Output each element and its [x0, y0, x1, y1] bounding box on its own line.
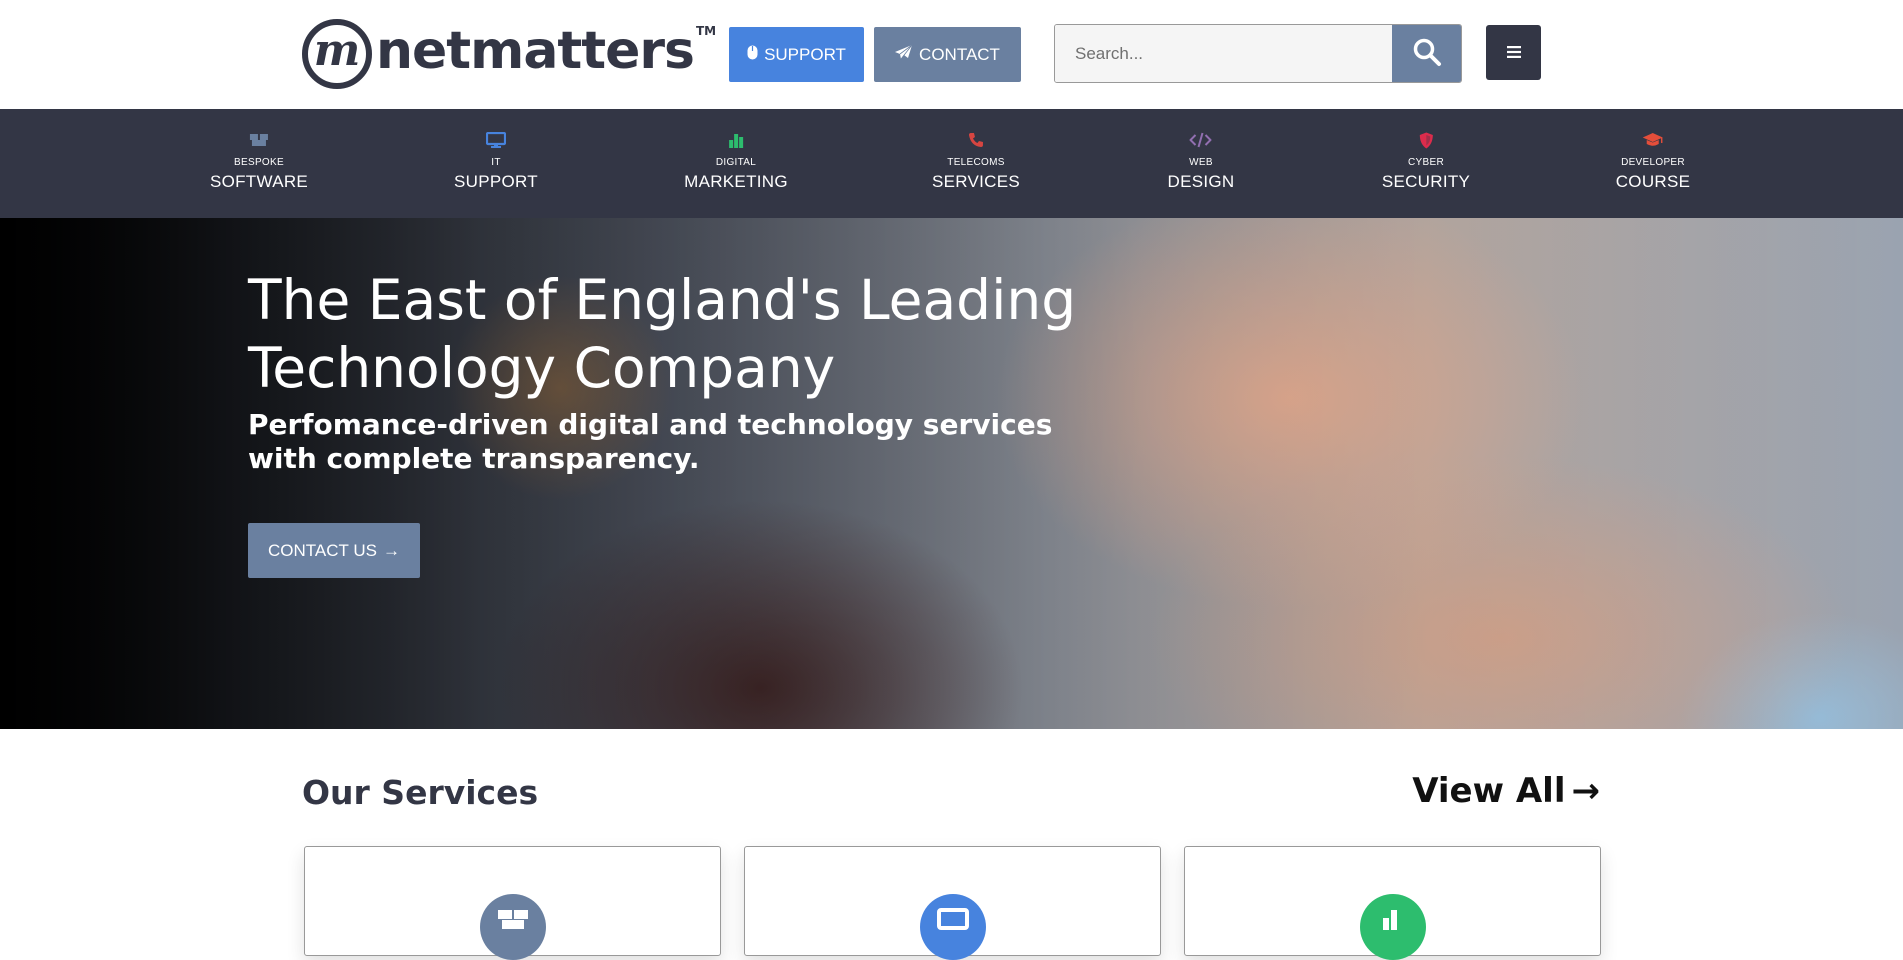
hero-banner: The East of England's Leading Technology… — [0, 218, 1903, 729]
nav-item-software[interactable]: BESPOKE SOFTWARE — [210, 109, 308, 218]
shield-icon — [1418, 131, 1433, 149]
desktop-icon — [919, 894, 986, 960]
service-card-digital-marketing[interactable] — [1184, 846, 1601, 960]
logo-mark: m — [302, 19, 372, 89]
nav-small-label: WEB — [1189, 157, 1213, 168]
arrow-right-icon: → — [1571, 771, 1601, 811]
nav-small-label: TELECOMS — [947, 157, 1005, 168]
nav-big-label: SERVICES — [931, 172, 1021, 191]
netmatters-logo[interactable]: m netmatters TM — [302, 18, 716, 90]
nav-item-it-support[interactable]: IT SUPPORT — [454, 109, 538, 218]
support-label: SUPPORT — [764, 44, 846, 64]
paper-plane-icon — [895, 44, 913, 64]
nav-big-label: COURSE — [1615, 172, 1691, 191]
support-button[interactable]: SUPPORT — [729, 27, 864, 82]
desktop-icon — [485, 131, 506, 149]
code-icon — [1189, 131, 1212, 149]
service-card-software[interactable] — [304, 846, 721, 960]
contact-us-button[interactable]: CONTACT US → — [248, 523, 420, 578]
nav-small-label: IT — [491, 157, 501, 168]
nav-item-digital-marketing[interactable]: DIGITAL MARKETING — [684, 109, 788, 218]
logo-trademark: TM — [696, 24, 717, 38]
search-bar — [1054, 24, 1462, 83]
nav-small-label: BESPOKE — [234, 157, 284, 168]
services-nav: BESPOKE SOFTWARE IT SUPPORT DIGITAL MARK… — [0, 109, 1903, 218]
menu-button[interactable] — [1486, 25, 1541, 80]
contact-button[interactable]: CONTACT — [874, 27, 1021, 82]
nav-small-label: DIGITAL — [715, 157, 757, 168]
graduation-cap-icon — [1642, 131, 1664, 149]
search-icon — [1412, 37, 1442, 71]
search-button[interactable] — [1392, 25, 1461, 82]
view-all-link[interactable]: View All → — [1412, 771, 1600, 811]
nav-big-label: SECURITY — [1381, 172, 1471, 191]
hero-title: The East of England's Leading Technology… — [248, 268, 1077, 400]
boxes-icon — [249, 131, 269, 149]
nav-item-telecoms-services[interactable]: TELECOMS SERVICES — [932, 109, 1020, 218]
phone-icon — [968, 131, 984, 149]
contact-label: CONTACT — [919, 44, 1000, 64]
nav-big-label: SUPPORT — [454, 172, 538, 191]
bar-chart-icon — [728, 131, 744, 149]
nav-item-developer-course[interactable]: DEVELOPER COURSE — [1616, 109, 1691, 218]
nav-item-cyber-security[interactable]: CYBER SECURITY — [1382, 109, 1470, 218]
hero-subtitle: Perfomance-driven digital and technology… — [248, 408, 1053, 475]
mouse-icon — [747, 45, 758, 64]
nav-small-label: CYBER — [1408, 157, 1444, 168]
search-input[interactable] — [1055, 25, 1392, 82]
services-heading: Our Services — [302, 773, 539, 812]
logo-text: netmatters — [376, 21, 695, 81]
nav-big-label: SOFTWARE — [209, 172, 309, 191]
boxes-icon — [479, 894, 546, 960]
nav-small-label: DEVELOPER — [1621, 157, 1685, 168]
hamburger-icon — [1506, 43, 1521, 62]
nav-item-web-design[interactable]: WEB DESIGN — [1168, 109, 1235, 218]
bar-chart-icon — [1359, 894, 1426, 960]
view-all-label: View All — [1412, 771, 1566, 811]
contact-us-label: CONTACT US — [268, 540, 377, 560]
nav-big-label: MARKETING — [684, 172, 788, 191]
site-header: m netmatters TM SUPPORT CONTACT — [0, 0, 1903, 109]
nav-big-label: DESIGN — [1167, 172, 1235, 191]
service-card-it-support[interactable] — [744, 846, 1161, 960]
arrow-right-icon: → — [382, 540, 400, 560]
